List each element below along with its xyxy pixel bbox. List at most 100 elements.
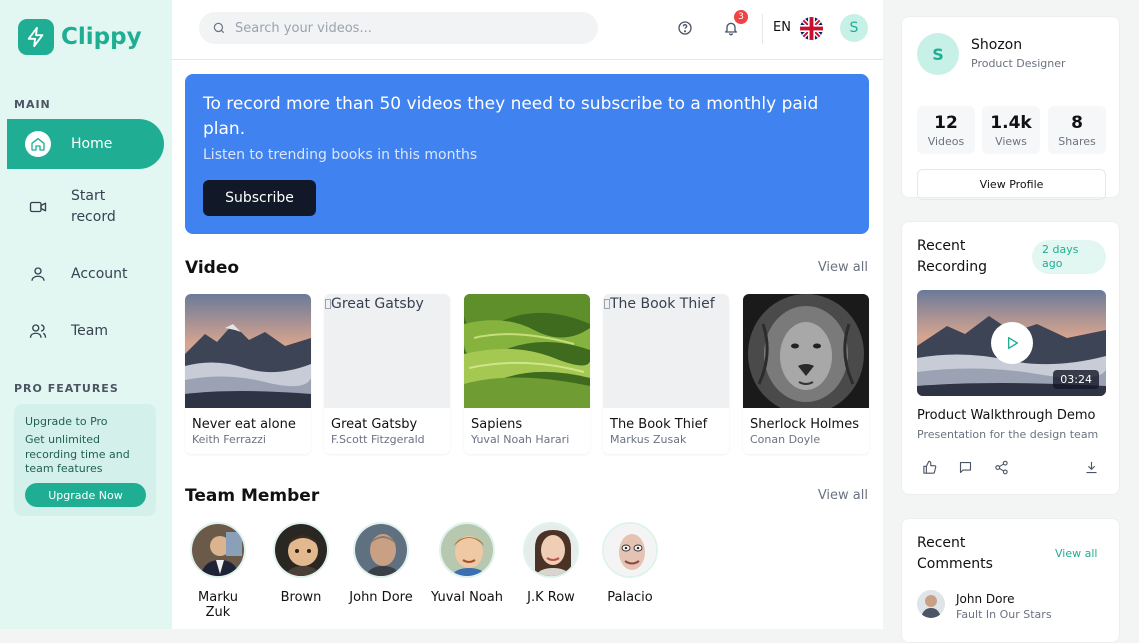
recent-comments-card: Recent Comments View all John Dore Fault… xyxy=(901,518,1120,643)
video-title: Sherlock Holmes xyxy=(750,417,859,432)
video-card[interactable]: Sherlock Holmes Conan Doyle xyxy=(743,294,869,454)
recent-comments-title: Recent Comments xyxy=(917,535,993,572)
share-icon[interactable] xyxy=(994,460,1009,479)
time-badge: 2 days ago xyxy=(1032,240,1106,274)
member-name: Palacio xyxy=(607,590,653,605)
notification-badge: 3 xyxy=(734,10,748,24)
videos-view-all-link[interactable]: View all xyxy=(818,260,868,275)
app-name: Clippy xyxy=(61,24,142,50)
video-title: The Book Thief xyxy=(610,417,708,432)
sidebar-item-label: Team xyxy=(71,322,109,339)
lightning-icon xyxy=(18,19,54,55)
member-name: J.K Row xyxy=(527,590,575,605)
team-member[interactable]: Marku Zuk xyxy=(185,522,251,620)
member-name: John Dore xyxy=(349,590,413,605)
pro-title: Upgrade to Pro xyxy=(25,415,108,428)
broken-image-icon: Great Gatsby xyxy=(325,296,424,312)
team-member[interactable]: Brown xyxy=(268,522,334,605)
divider xyxy=(762,14,763,44)
video-title: Never eat alone xyxy=(192,417,296,432)
sidebar-item-home[interactable]: Home xyxy=(7,119,164,169)
sidebar-item-team[interactable]: Team xyxy=(7,318,164,344)
sidebar-item-account[interactable]: Account xyxy=(7,261,164,287)
comment-text: Fault In Our Stars xyxy=(956,608,1052,621)
play-icon[interactable] xyxy=(991,322,1033,364)
sidebar-item-label: Account xyxy=(71,265,128,282)
home-icon xyxy=(25,131,51,157)
video-title: Great Gatsby xyxy=(331,417,418,432)
logo[interactable]: Clippy xyxy=(18,19,142,55)
recent-recording-title: Recent Recording xyxy=(917,238,988,275)
member-name: Marku Zuk xyxy=(198,590,238,620)
sidebar: Clippy MAIN Home Start record Account Te… xyxy=(0,0,172,629)
recording-thumbnail[interactable]: 03:24 xyxy=(917,290,1106,396)
video-card[interactable]: The Book Thief The Book Thief Markus Zus… xyxy=(603,294,729,454)
video-author: Markus Zusak xyxy=(610,433,687,446)
main-section-label: MAIN xyxy=(14,98,51,111)
right-panel: S Shozon Product Designer 12 Videos 1.4k… xyxy=(883,0,1139,643)
sidebar-item-label: Home xyxy=(71,135,113,152)
comments-view-all-link[interactable]: View all xyxy=(1055,547,1097,560)
team-view-all-link[interactable]: View all xyxy=(818,488,868,503)
profile-role: Product Designer xyxy=(971,57,1066,70)
search-icon xyxy=(213,22,225,34)
pro-section-label: PRO FEATURES xyxy=(14,382,119,395)
video-author: Conan Doyle xyxy=(750,433,821,446)
like-icon[interactable] xyxy=(922,460,937,479)
team-member[interactable]: Palacio xyxy=(597,522,663,605)
stat-shares: 8 Shares xyxy=(1048,106,1106,154)
avatar xyxy=(439,522,495,578)
video-author: Keith Ferrazzi xyxy=(192,433,266,446)
video-card[interactable]: Sapiens Yuval Noah Harari xyxy=(464,294,590,454)
profile-card: S Shozon Product Designer 12 Videos 1.4k… xyxy=(901,16,1120,200)
avatar xyxy=(273,522,329,578)
avatar xyxy=(190,522,246,578)
team-member[interactable]: John Dore xyxy=(344,522,418,605)
user-avatar[interactable]: S xyxy=(840,14,868,42)
video-thumbnail: Great Gatsby xyxy=(324,294,450,408)
comment-icon[interactable] xyxy=(958,460,973,479)
video-author: F.Scott Fitzgerald xyxy=(331,433,425,446)
help-icon[interactable] xyxy=(675,18,695,38)
profile-name: Shozon xyxy=(971,37,1023,53)
avatar xyxy=(917,590,945,618)
sidebar-item-label: Start record xyxy=(71,188,116,225)
user-icon xyxy=(25,261,51,287)
team-member[interactable]: Yuval Noah xyxy=(429,522,505,605)
comment-author: John Dore xyxy=(956,592,1015,606)
video-card[interactable]: Never eat alone Keith Ferrazzi xyxy=(185,294,311,454)
video-title: Sapiens xyxy=(471,417,523,432)
team-member[interactable]: J.K Row xyxy=(518,522,584,605)
video-thumbnail: The Book Thief xyxy=(603,294,729,408)
profile-avatar[interactable]: S xyxy=(917,33,959,75)
member-name: Brown xyxy=(280,590,322,605)
search-placeholder: Search your videos... xyxy=(235,20,372,36)
recent-recording-card: Recent Recording 2 days ago 03:24 Produc… xyxy=(901,221,1120,495)
subscribe-button[interactable]: Subscribe xyxy=(203,180,316,216)
download-icon[interactable] xyxy=(1084,460,1099,479)
stat-views: 1.4k Views xyxy=(982,106,1040,154)
video-card[interactable]: Great Gatsby Great Gatsby F.Scott Fitzge… xyxy=(324,294,450,454)
video-camera-icon xyxy=(25,194,51,220)
recording-title: Product Walkthrough Demo xyxy=(917,408,1096,423)
uk-flag-icon[interactable] xyxy=(800,17,823,40)
avatar xyxy=(353,522,409,578)
duration-label: 03:24 xyxy=(1053,370,1099,389)
image-alt-text: The Book Thief xyxy=(610,296,715,312)
pro-upgrade-card: Upgrade to Pro Get unlimited recording t… xyxy=(14,404,156,516)
recording-subtitle: Presentation for the design team xyxy=(917,428,1099,441)
users-icon xyxy=(25,318,51,344)
sidebar-item-start-record[interactable]: Start record xyxy=(7,186,164,228)
language-selector[interactable]: EN xyxy=(773,20,791,35)
video-thumbnail xyxy=(185,294,311,408)
pro-description: Get unlimited recording time and team fe… xyxy=(25,433,130,475)
banner-title: To record more than 50 videos they need … xyxy=(203,94,819,139)
subscription-banner: To record more than 50 videos they need … xyxy=(185,74,869,234)
upgrade-now-button[interactable]: Upgrade Now xyxy=(25,483,146,507)
stat-videos: 12 Videos xyxy=(917,106,975,154)
search-input[interactable]: Search your videos... xyxy=(199,12,598,44)
view-profile-button[interactable]: View Profile xyxy=(917,169,1106,200)
video-author: Yuval Noah Harari xyxy=(471,433,570,446)
video-section-title: Video xyxy=(185,258,240,278)
avatar xyxy=(602,522,658,578)
